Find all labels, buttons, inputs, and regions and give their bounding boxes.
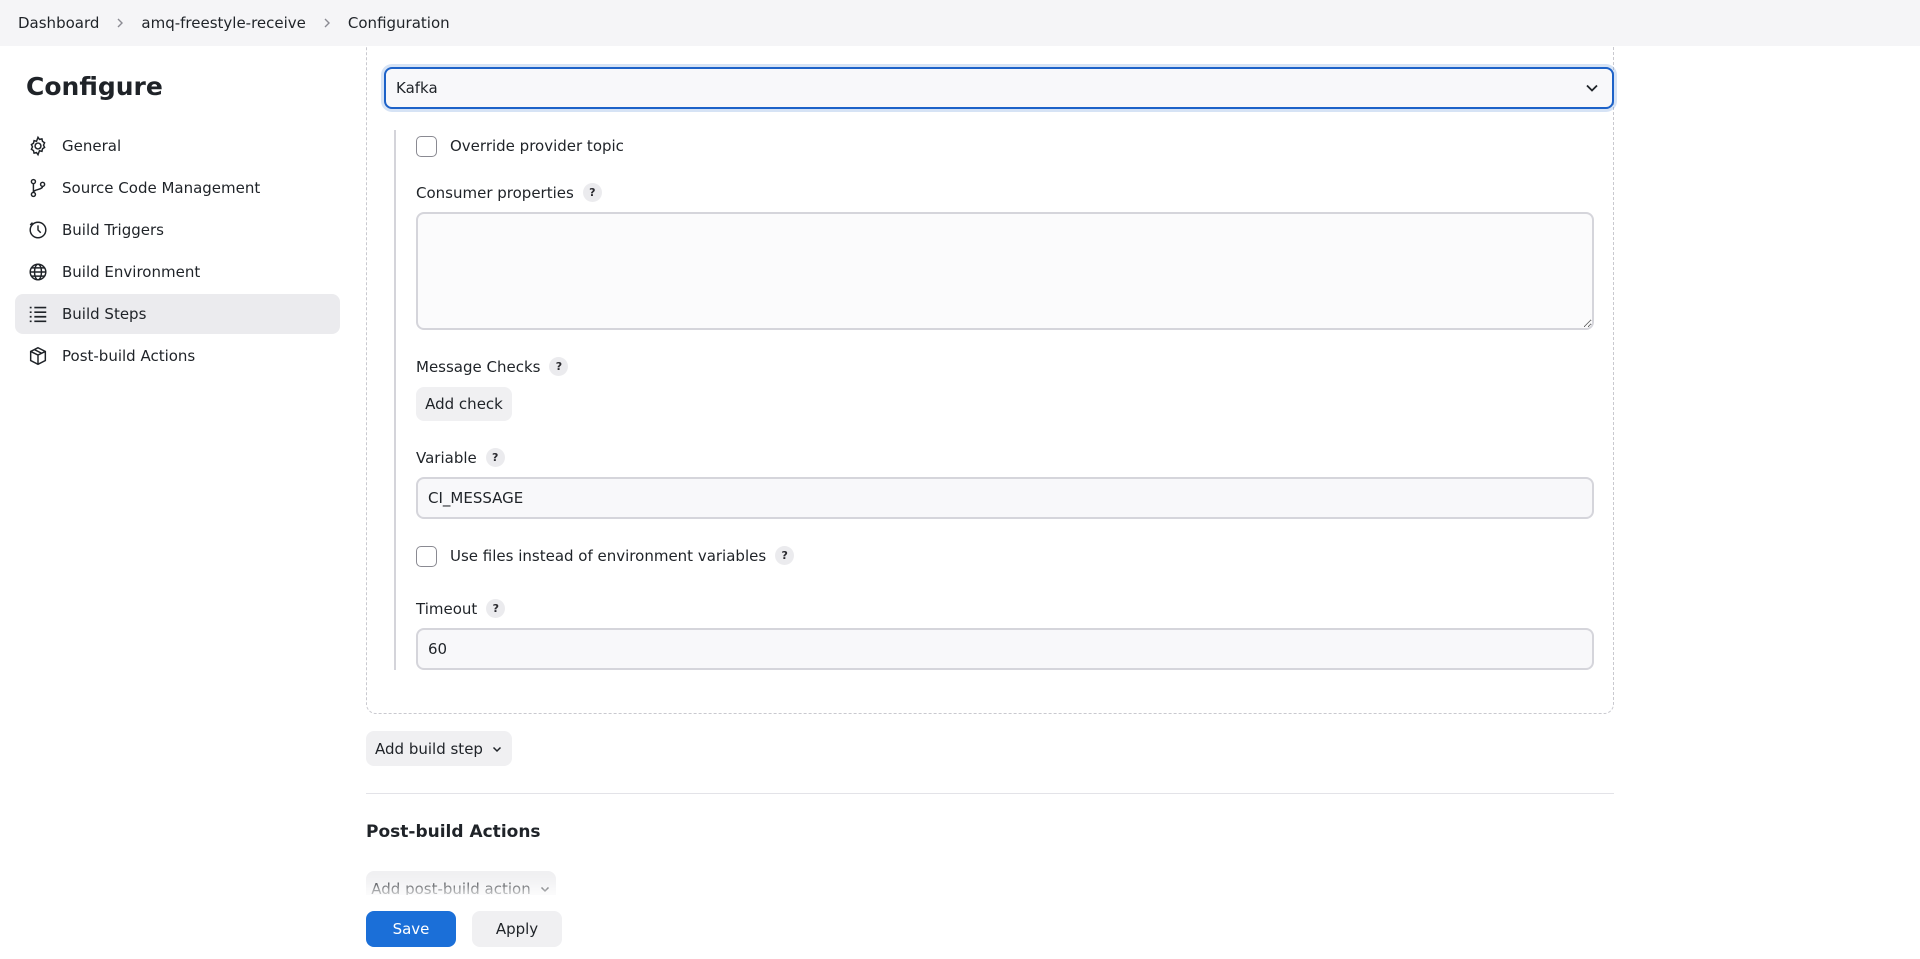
message-checks-text: Message Checks [416, 357, 541, 376]
sidebar-item-build-environment[interactable]: Build Environment [15, 252, 340, 292]
globe-icon [27, 261, 49, 283]
sidebar-item-scm[interactable]: Source Code Management [15, 168, 340, 208]
sidebar-item-label: Post-build Actions [62, 347, 196, 365]
sidebar: Configure General Source Code Management… [15, 46, 340, 378]
consumer-properties-text: Consumer properties [416, 183, 574, 202]
add-build-step-label: Add build step [375, 739, 483, 758]
main-content: Kafka Override provider topic Consumer p… [366, 0, 1614, 959]
chevron-right-icon [321, 17, 333, 29]
breadcrumb: Dashboard amq-freestyle-receive Configur… [0, 0, 1920, 46]
override-topic-label: Override provider topic [450, 137, 624, 155]
sidebar-item-build-triggers[interactable]: Build Triggers [15, 210, 340, 250]
help-icon[interactable]: ? [582, 183, 602, 202]
chevron-right-icon [114, 17, 126, 29]
sidebar-item-general[interactable]: General [15, 126, 340, 166]
help-icon[interactable]: ? [775, 546, 795, 565]
chevron-down-icon [1586, 84, 1598, 92]
bottom-action-bar [0, 895, 1920, 959]
timeout-text: Timeout [416, 599, 478, 618]
provider-select[interactable]: Kafka [384, 67, 1614, 109]
sidebar-item-post-build-actions[interactable]: Post-build Actions [15, 336, 340, 376]
apply-button[interactable]: Apply [472, 911, 562, 947]
message-checks-label: Message Checks ? [416, 357, 569, 376]
save-button[interactable]: Save [366, 911, 456, 947]
timeout-input[interactable]: 60 [416, 628, 1594, 670]
override-topic-checkbox[interactable] [416, 136, 437, 157]
clock-icon [27, 219, 49, 241]
use-files-checkbox[interactable] [416, 546, 437, 567]
consumer-properties-label: Consumer properties ? [416, 183, 602, 202]
variable-label: Variable ? [416, 448, 505, 467]
provider-select-value: Kafka [396, 79, 438, 97]
chevron-down-icon [492, 746, 501, 752]
git-branch-icon [27, 177, 49, 199]
help-icon[interactable]: ? [485, 448, 505, 467]
variable-text: Variable [416, 448, 477, 467]
section-divider [366, 793, 1614, 794]
add-check-button[interactable]: Add check [416, 387, 512, 421]
use-files-text: Use files instead of environment variabl… [450, 546, 767, 565]
sidebar-item-label: Build Steps [62, 305, 147, 323]
consumer-properties-textarea[interactable] [416, 212, 1594, 330]
breadcrumb-dashboard[interactable]: Dashboard [18, 14, 99, 32]
package-icon [27, 345, 49, 367]
provider-settings: Override provider topic Consumer propert… [394, 130, 1614, 670]
list-icon [27, 303, 49, 325]
page-title: Configure [26, 72, 163, 101]
help-icon[interactable]: ? [549, 357, 569, 376]
variable-input[interactable]: CI_MESSAGE [416, 477, 1594, 519]
sidebar-item-label: Build Environment [62, 263, 201, 281]
timeout-label: Timeout ? [416, 599, 506, 618]
breadcrumb-configuration[interactable]: Configuration [348, 14, 450, 32]
gear-icon [27, 135, 49, 157]
sidebar-nav: General Source Code Management Build Tri… [15, 126, 340, 376]
sidebar-item-label: Build Triggers [62, 221, 164, 239]
use-files-label: Use files instead of environment variabl… [450, 546, 795, 565]
add-build-step-button[interactable]: Add build step [366, 731, 512, 766]
chevron-down-icon [540, 886, 549, 892]
sidebar-item-label: Source Code Management [62, 179, 261, 197]
breadcrumb-job[interactable]: amq-freestyle-receive [141, 14, 306, 32]
sidebar-item-build-steps[interactable]: Build Steps [15, 294, 340, 334]
post-build-section-title: Post-build Actions [366, 822, 541, 842]
sidebar-item-label: General [62, 137, 122, 155]
help-icon[interactable]: ? [486, 599, 506, 618]
